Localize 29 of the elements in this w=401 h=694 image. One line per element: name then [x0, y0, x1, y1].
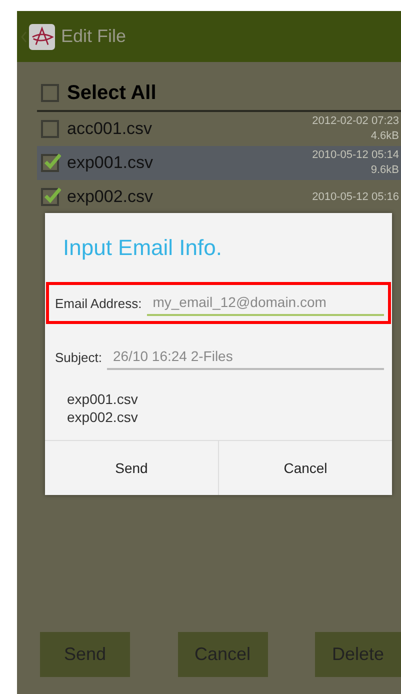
file-name: exp001.csv: [67, 153, 153, 173]
checkmark-icon: [43, 153, 61, 171]
file-row[interactable]: exp001.csv 2010-05-12 05:14 9.6kB: [37, 146, 401, 180]
checkbox[interactable]: [41, 84, 59, 102]
checkmark-icon: [43, 187, 61, 205]
file-date: 2012-02-02 07:23: [312, 114, 399, 129]
checkbox[interactable]: [41, 188, 59, 206]
subject-label: Subject:: [55, 350, 102, 364]
file-row[interactable]: acc001.csv 2012-02-02 07:23 4.6kB: [37, 112, 401, 146]
subject-field[interactable]: 26/10 16:24 2-Files: [106, 344, 384, 370]
file-row[interactable]: exp002.csv 2010-05-12 05:16: [37, 180, 401, 214]
screen-title: Edit File: [61, 26, 126, 47]
checkbox[interactable]: [41, 120, 59, 138]
select-all-label: Select All: [67, 82, 156, 104]
email-field[interactable]: my_email_12@domain.com: [146, 290, 384, 316]
attachment-name: exp001.csv: [67, 390, 139, 408]
file-size: 4.6kB: [370, 129, 399, 144]
file-date: 2010-05-12 05:14: [312, 148, 399, 163]
file-name: exp002.csv: [67, 187, 153, 207]
file-name: acc001.csv: [67, 119, 152, 139]
file-date: 2010-05-12 05:16: [312, 190, 399, 204]
file-size: 9.6kB: [370, 163, 399, 178]
dialog-button[interactable]: Cancel: [218, 441, 392, 495]
attachment-name: exp002.csv: [67, 408, 139, 426]
dialog-title: Input Email Info.: [62, 234, 223, 262]
dialog-button[interactable]: Send: [45, 441, 218, 495]
checkbox[interactable]: [41, 154, 59, 172]
app-logo-icon[interactable]: [29, 24, 55, 50]
email-label: Email Address:: [55, 296, 142, 310]
